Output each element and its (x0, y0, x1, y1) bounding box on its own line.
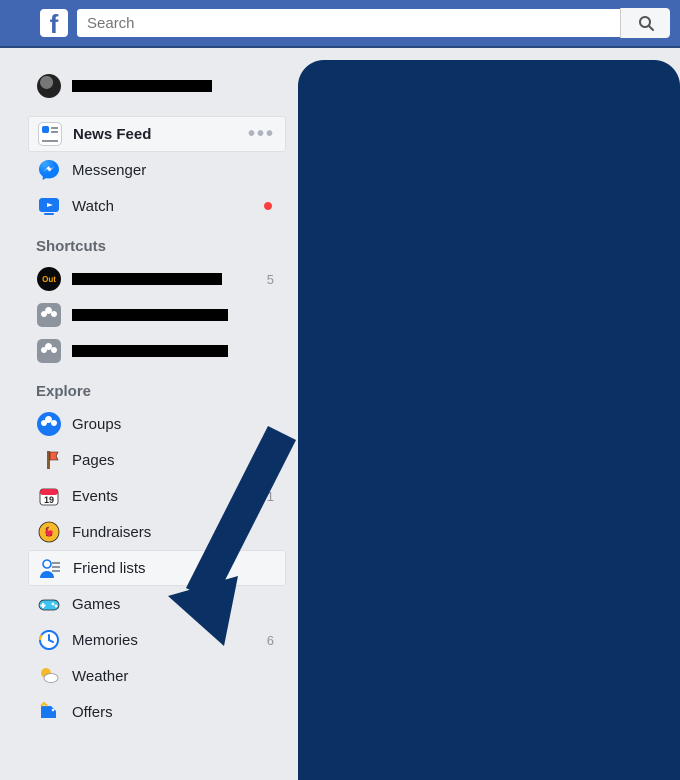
count-badge: 6 (267, 633, 278, 648)
facebook-logo[interactable]: f (40, 9, 68, 37)
sidebar-item-label (72, 345, 264, 357)
section-title-explore: Explore (28, 369, 286, 406)
content-area: News Feed ••• Messenger (0, 48, 680, 780)
news-feed-icon (37, 121, 63, 147)
sidebar-item-label: Fundraisers (72, 524, 264, 541)
sidebar-item-games[interactable]: Games (28, 586, 286, 622)
search-button[interactable] (620, 8, 670, 38)
sidebar-item-messenger[interactable]: Messenger (28, 152, 286, 188)
count-badge: 1 (267, 489, 278, 504)
search-input[interactable] (76, 8, 670, 38)
groups-icon (36, 411, 62, 437)
offers-icon (36, 699, 62, 725)
sidebar-item-label: Memories (72, 632, 257, 649)
watch-icon (36, 193, 62, 219)
sidebar-item-label: Games (72, 596, 264, 613)
friend-lists-icon (37, 555, 63, 581)
sidebar-item-label: Offers (72, 704, 264, 721)
search-container (76, 8, 670, 38)
sidebar-item-label: Pages (72, 452, 250, 469)
avatar (36, 73, 62, 99)
fundraisers-icon (36, 519, 62, 545)
events-icon: 19 (36, 483, 62, 509)
top-bar: f (0, 0, 680, 48)
sidebar-item-events[interactable]: 19 Events 1 (28, 478, 286, 514)
sidebar-item-profile[interactable] (28, 68, 286, 104)
sidebar-item-shortcut[interactable] (28, 297, 286, 333)
sidebar-item-label (72, 309, 264, 321)
search-icon (638, 15, 654, 31)
sidebar-item-friend-lists[interactable]: Friend lists (28, 550, 286, 586)
group-icon (36, 302, 62, 328)
memories-icon (36, 627, 62, 653)
profile-name (72, 80, 278, 92)
sidebar-item-label: Friend lists (73, 560, 263, 577)
count-badge: 5 (267, 272, 278, 287)
sidebar-item-label: Events (72, 488, 257, 505)
section-title-shortcuts: Shortcuts (28, 224, 286, 261)
sidebar-item-fundraisers[interactable]: Fundraisers (28, 514, 286, 550)
sidebar-item-news-feed[interactable]: News Feed ••• (28, 116, 286, 152)
games-icon (36, 591, 62, 617)
sidebar-item-label: Watch (72, 198, 254, 215)
group-icon (36, 338, 62, 364)
sidebar-item-label: Weather (72, 668, 264, 685)
sidebar-item-shortcut[interactable]: Out 5 (28, 261, 286, 297)
svg-text:19: 19 (44, 495, 54, 505)
sidebar-item-offers[interactable]: Offers (28, 694, 286, 730)
sidebar-item-groups[interactable]: Groups (28, 406, 286, 442)
sidebar-item-label: News Feed (73, 126, 238, 143)
sidebar-item-label (72, 273, 257, 285)
more-options-icon[interactable]: ••• (248, 130, 277, 138)
weather-icon (36, 663, 62, 689)
count-badge: 14 (260, 453, 278, 468)
sidebar-item-label: Messenger (72, 162, 278, 179)
left-sidebar: News Feed ••• Messenger (28, 68, 286, 780)
shortcut-icon: Out (36, 266, 62, 292)
notification-dot (264, 202, 272, 210)
pages-icon (36, 447, 62, 473)
main-content-placeholder (298, 60, 680, 780)
sidebar-item-weather[interactable]: Weather (28, 658, 286, 694)
sidebar-item-watch[interactable]: Watch (28, 188, 286, 224)
sidebar-item-memories[interactable]: Memories 6 (28, 622, 286, 658)
sidebar-item-pages[interactable]: Pages 14 (28, 442, 286, 478)
messenger-icon (36, 157, 62, 183)
sidebar-item-shortcut[interactable] (28, 333, 286, 369)
sidebar-item-label: Groups (72, 416, 264, 433)
